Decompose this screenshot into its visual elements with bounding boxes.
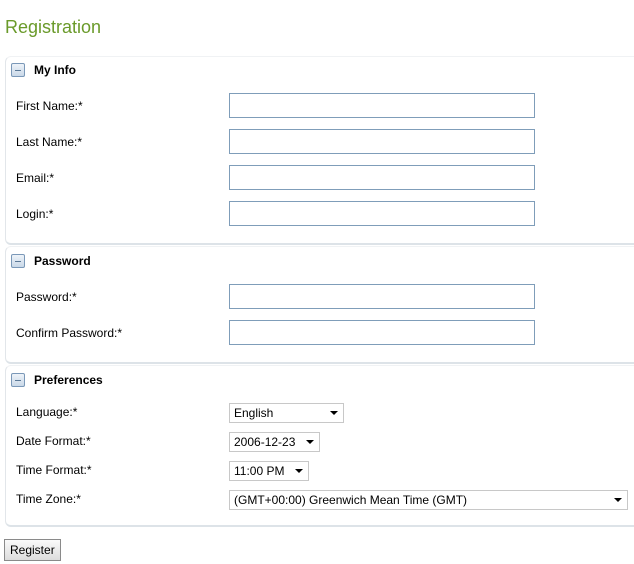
language-select[interactable]: English: [229, 403, 344, 423]
password-label: Password:*: [16, 290, 77, 304]
last-name-label: Last Name:*: [16, 135, 83, 149]
time-zone-label: Time Zone:*: [16, 492, 81, 506]
confirm-password-label: Confirm Password:*: [16, 326, 123, 340]
collapse-minus-icon[interactable]: [11, 254, 25, 268]
time-format-label: Time Format:*: [16, 463, 92, 477]
time-zone-select[interactable]: (GMT+00:00) Greenwich Mean Time (GMT): [229, 490, 628, 510]
language-value: English: [234, 406, 274, 420]
date-format-value: 2006-12-23: [234, 435, 296, 449]
password-header[interactable]: Password: [11, 253, 91, 269]
confirm-password-input[interactable]: [229, 320, 535, 345]
register-button[interactable]: Register: [4, 539, 61, 561]
dropdown-arrow-icon: [330, 411, 338, 415]
my-info-header[interactable]: My Info: [11, 62, 76, 78]
dropdown-arrow-icon: [306, 440, 314, 444]
date-format-label: Date Format:*: [16, 434, 91, 448]
last-name-input[interactable]: [229, 129, 535, 154]
date-format-select[interactable]: 2006-12-23: [229, 432, 320, 452]
password-title: Password: [34, 254, 91, 268]
time-format-select[interactable]: 11:00 PM: [229, 461, 309, 481]
login-input[interactable]: [229, 201, 535, 226]
collapse-minus-icon[interactable]: [11, 373, 25, 387]
first-name-label: First Name:*: [16, 99, 83, 113]
dropdown-arrow-icon: [614, 498, 622, 502]
dropdown-arrow-icon: [295, 469, 303, 473]
preferences-header[interactable]: Preferences: [11, 372, 103, 388]
preferences-title: Preferences: [34, 373, 103, 387]
email-label: Email:*: [16, 171, 55, 185]
login-label: Login:*: [16, 207, 54, 221]
first-name-input[interactable]: [229, 93, 535, 118]
password-input[interactable]: [229, 284, 535, 309]
time-zone-value: (GMT+00:00) Greenwich Mean Time (GMT): [234, 493, 468, 507]
collapse-minus-icon[interactable]: [11, 63, 25, 77]
time-format-value: 11:00 PM: [234, 464, 285, 478]
page-title: Registration: [5, 17, 102, 37]
email-input[interactable]: [229, 165, 535, 190]
my-info-title: My Info: [34, 63, 76, 77]
language-label: Language:*: [16, 405, 78, 419]
